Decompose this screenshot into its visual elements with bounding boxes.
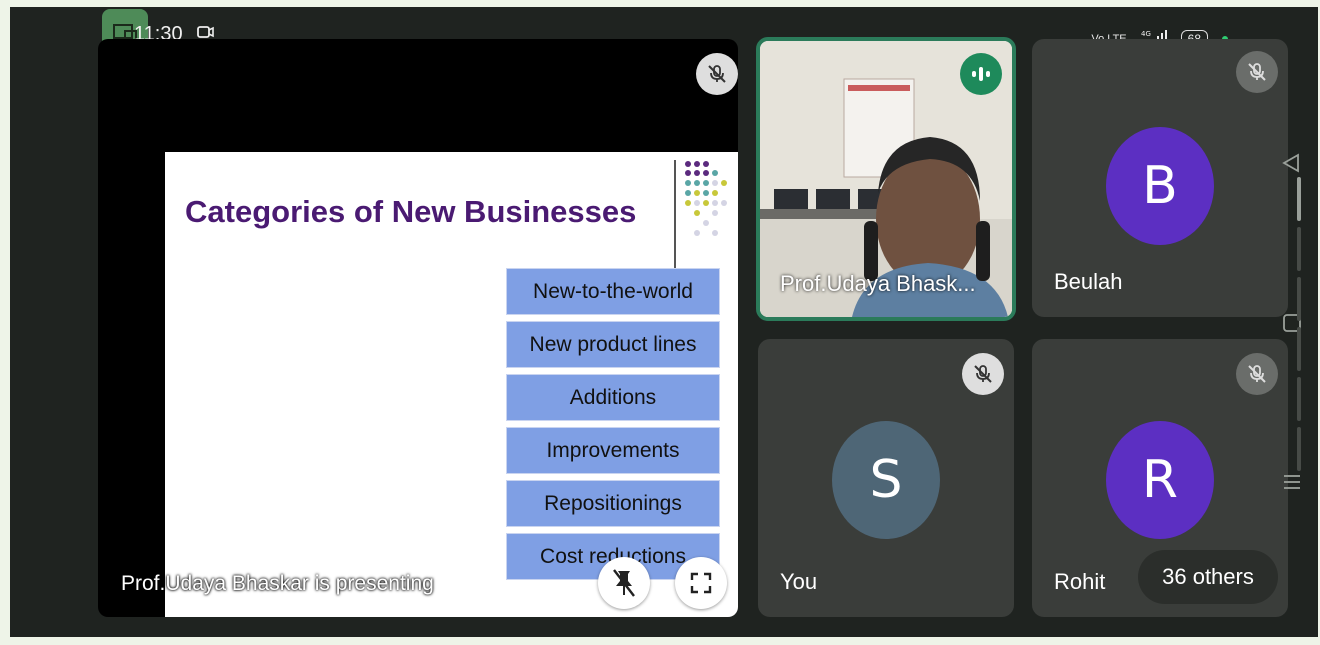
participant-tile-you[interactable]: S You [758,339,1014,617]
participant-name: Rohit [1054,569,1106,594]
unpin-button[interactable] [598,557,650,609]
slide-decorative-dots [685,161,727,236]
participant-tile-prof[interactable]: Prof.Udaya Bhask... [756,37,1016,321]
speaking-indicator-icon [960,53,1002,95]
avatar: S [832,421,940,539]
category-item: Improvements [506,427,720,474]
unpin-icon [613,569,635,597]
meeting-screen: 11:30 Vo LTE 4G 68 Categories of New Bus… [10,7,1318,637]
category-item: Repositionings [506,480,720,527]
presentation-tile[interactable]: Categories of New Businesses New-to-the-… [98,39,738,617]
participant-name: Prof.Udaya Bhask... [780,271,976,296]
category-list: New-to-the-world New product lines Addit… [506,268,720,586]
category-item: Additions [506,374,720,421]
slide-title: Categories of New Businesses [185,194,637,229]
back-icon[interactable] [1282,153,1300,173]
fullscreen-icon [690,572,712,594]
navigation-overlay [1254,7,1318,637]
category-item: New product lines [506,321,720,368]
mic-off-icon [962,353,1004,395]
mic-off-icon [696,53,738,95]
presenting-label: Prof.Udaya Bhaskar is presenting [121,572,434,595]
scrollbar[interactable] [1297,177,1303,477]
slide: Categories of New Businesses New-to-the-… [165,152,738,617]
avatar: R [1106,421,1214,539]
participant-name: You [780,569,818,594]
participant-tile-beulah[interactable]: B Beulah [1032,39,1288,317]
fullscreen-button[interactable] [675,557,727,609]
avatar: B [1106,127,1214,245]
category-item: New-to-the-world [506,268,720,315]
participant-name: Beulah [1054,269,1123,294]
signal-label: 4G [1141,30,1151,38]
slide-divider [674,160,676,268]
